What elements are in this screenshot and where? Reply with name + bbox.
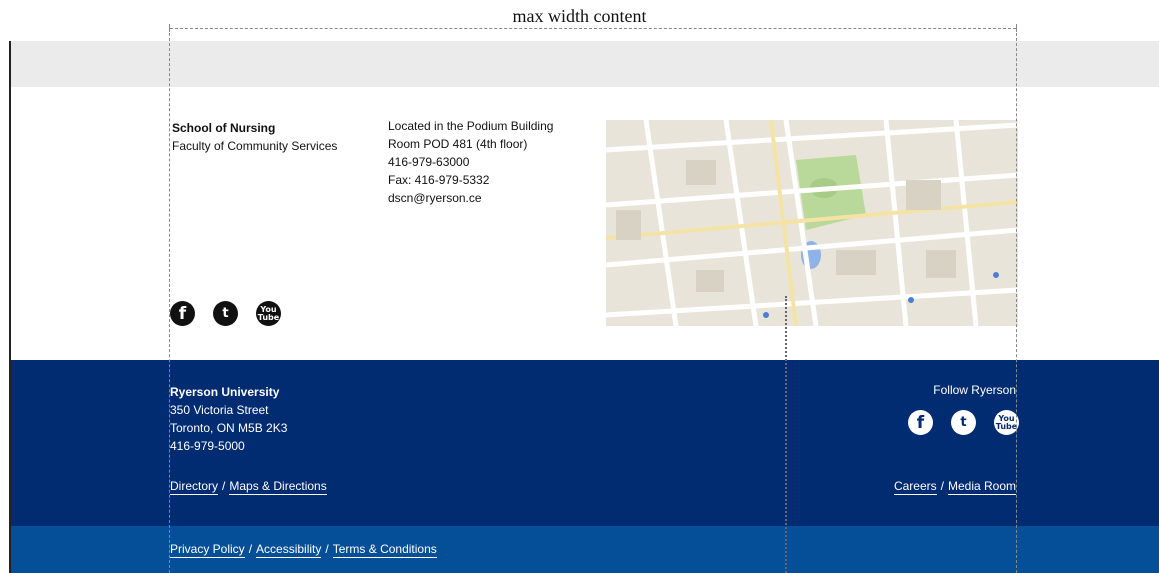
maps-directions-link[interactable]: Maps & Directions [229, 479, 327, 495]
school-block: School of Nursing Faculty of Community S… [172, 119, 337, 155]
social-icons-footer: f t You Tube [908, 410, 1019, 435]
location-text: Located in the Podium Building [388, 119, 554, 133]
facebook-icon[interactable]: f [908, 410, 933, 435]
map-image[interactable] [606, 120, 1018, 326]
youtube-icon-bottom: Tube [995, 421, 1018, 431]
faculty-name: Faculty of Community Services [172, 139, 338, 153]
youtube-icon-bottom: Tube [257, 312, 280, 322]
room-text: Room POD 481 (4th floor) [388, 137, 528, 151]
top-gray-bar [11, 41, 1159, 87]
max-width-guide-left [169, 28, 170, 573]
follow-label: Follow Ryerson [933, 383, 1016, 397]
link-separator: / [940, 479, 944, 493]
city-text: Toronto, ON M5B 2K3 [170, 421, 288, 435]
legal-links: Privacy Policy / Accessibility / Terms & Con… [170, 542, 437, 558]
link-separator: / [248, 542, 253, 556]
university-address: Ryerson University 350 Victoria Street T… [170, 383, 287, 455]
email-link[interactable]: dscn@ryerson.ce [388, 189, 553, 207]
facebook-icon[interactable]: f [170, 301, 195, 326]
annotation-title: max width content [512, 6, 647, 26]
school-name: School of Nursing [172, 121, 276, 135]
accessibility-link[interactable]: Accessibility [256, 542, 322, 558]
link-separator: / [222, 479, 226, 493]
twitter-icon[interactable]: t [213, 301, 238, 326]
directory-link[interactable]: Directory [170, 479, 219, 495]
careers-link[interactable]: Careers [893, 479, 937, 495]
media-room-link[interactable]: Media Room [947, 479, 1016, 495]
youtube-icon[interactable]: You Tube [256, 301, 281, 326]
column-guide-dotted [785, 296, 787, 573]
address-block: Located in the Podium Building Room POD … [388, 117, 553, 207]
social-icons-contact: f t You Tube [170, 301, 281, 326]
max-width-guide-horizontal [170, 28, 1016, 29]
location-map[interactable] [606, 120, 1018, 326]
university-phone: 416-979-5000 [170, 439, 245, 453]
phone-text: 416-979-63000 [388, 155, 470, 169]
fax-text: Fax: 416-979-5332 [388, 173, 490, 187]
twitter-icon[interactable]: t [951, 410, 976, 435]
max-width-guide-right [1016, 28, 1017, 573]
page-frame: School of Nursing Faculty of Community S… [9, 41, 1159, 573]
street-text: 350 Victoria Street [170, 403, 269, 417]
footer-links-left: Directory / Maps & Directions [170, 479, 327, 495]
privacy-policy-link[interactable]: Privacy Policy [170, 542, 245, 558]
footer-links-right: Careers / Media Room [893, 479, 1016, 495]
university-name: Ryerson University [170, 385, 280, 399]
terms-conditions-link[interactable]: Terms & Conditions [332, 542, 437, 558]
link-separator: / [325, 542, 329, 556]
